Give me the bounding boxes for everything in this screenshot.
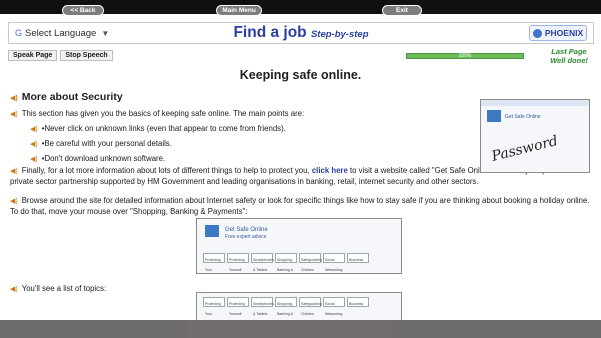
gso-subtitle: Free expert advice [225,234,267,240]
click-here-link[interactable]: click here [312,166,348,175]
title-main: Find a job [233,24,307,41]
phoenix-logo-icon [532,28,542,38]
mini-site-title: Get Safe Online [505,114,541,120]
gso-menu-item: Protecting Your Computer [203,253,225,272]
page-title: Find a job Step-by-step [9,24,593,42]
speaker-icon[interactable]: ◀) [30,126,38,133]
exit-button[interactable]: Exit [382,5,422,16]
speaker-icon[interactable]: ◀) [10,198,18,205]
phoenix-button[interactable]: PHOENIX [529,25,587,41]
intro-paragraph: ◀) This section has given you the basics … [10,109,304,120]
last-page-indicator: Last Page Well done! [540,47,598,65]
gso-menu-item: Protecting Yourself [227,253,249,272]
speak-page-button[interactable]: Speak Page [8,50,58,61]
section-title-text: More about Security [21,91,123,103]
bullet-item: ◀) •Never click on unknown links (even th… [30,124,286,135]
last-page-label: Last Page [551,47,587,56]
speaker-icon[interactable]: ◀) [10,168,18,175]
speaker-icon[interactable]: ◀) [10,111,18,118]
topics-menu-item: Protecting Yourself [227,297,249,316]
speaker-icon[interactable]: ◀) [30,156,38,163]
browse-paragraph: ◀) Browse around the site for detailed in… [10,196,590,217]
mini-logo [487,110,501,122]
intro-text: This section has given you the basics of… [21,109,305,118]
mini-browser-bar [481,100,589,106]
header-bar: G Select Language ▼ Find a job Step-by-s… [8,22,594,44]
progress-percent: 100% [458,53,472,59]
gso-menu: Protecting Your Computer Protecting Your… [203,253,369,272]
topics-menu-item: Shopping, Banking & Payments [275,297,297,326]
main-menu-button[interactable]: Main Menu [216,5,262,16]
bullet-item: ◀) •Don't download unknown software. [30,154,165,165]
password-image-text: Password [490,133,560,165]
bullet-item: ◀) •Be careful with your personal details… [30,139,172,150]
bullet-text: •Be careful with your personal details. [41,139,172,148]
content-heading: Keeping safe online. [239,68,362,82]
bullet-text: •Never click on unknown links (even that… [41,124,286,133]
gso-logo [205,225,219,237]
bullet-text: •Don't download unknown software. [41,154,166,163]
gso-menu-screenshot-image: Get Safe Online Free expert advice Prote… [196,218,402,274]
finally-text-pre: Finally, for a lot more information abou… [21,166,310,175]
topics-menu-item: Protecting Your Computer [203,297,225,326]
footer-screenshot-overlay [186,320,392,338]
gso-menu-item: Social Networking [323,253,345,272]
stop-speech-button[interactable]: Stop Speech [60,50,113,61]
content-area: ◀) More about Security ◀) This section has… [10,90,595,338]
gso-menu-item: Shopping, Banking & Payments [275,253,297,272]
app-window: G Select Language ▼ Find a job Step-by-s… [0,0,601,338]
topics-menu: Protecting Your Computer Protecting Your… [203,297,369,326]
speaker-icon[interactable]: ◀) [30,141,38,148]
back-button[interactable]: << Back [62,5,104,16]
topics-menu-item: Safeguarding Children [299,297,322,316]
progress-bar: 100% [406,53,524,59]
password-screenshot-image: Get Safe Online Password [480,99,590,173]
topics-menu-item: Social Networking [323,297,345,316]
topics-menu-item: Business [347,297,369,307]
topics-text: You'll see a list of topics: [21,284,107,293]
well-done-label: Well done! [550,56,588,65]
title-sub: Step-by-step [310,29,369,40]
browse-text: Browse around the site for detailed info… [10,196,590,217]
speaker-icon[interactable]: ◀) [10,95,18,102]
phoenix-button-label: PHOENIX [544,28,584,38]
topics-menu-item: Smartphones & Tablets [251,297,274,316]
gso-menu-item: Smartphones & Tablets [251,253,274,272]
section-title: ◀) More about Security [10,92,123,104]
gso-menu-item: Safeguarding Children [299,253,322,272]
gso-menu-item: Business [347,253,369,263]
topics-paragraph: ◀) You'll see a list of topics: [10,284,106,295]
speaker-icon[interactable]: ◀) [10,286,18,293]
